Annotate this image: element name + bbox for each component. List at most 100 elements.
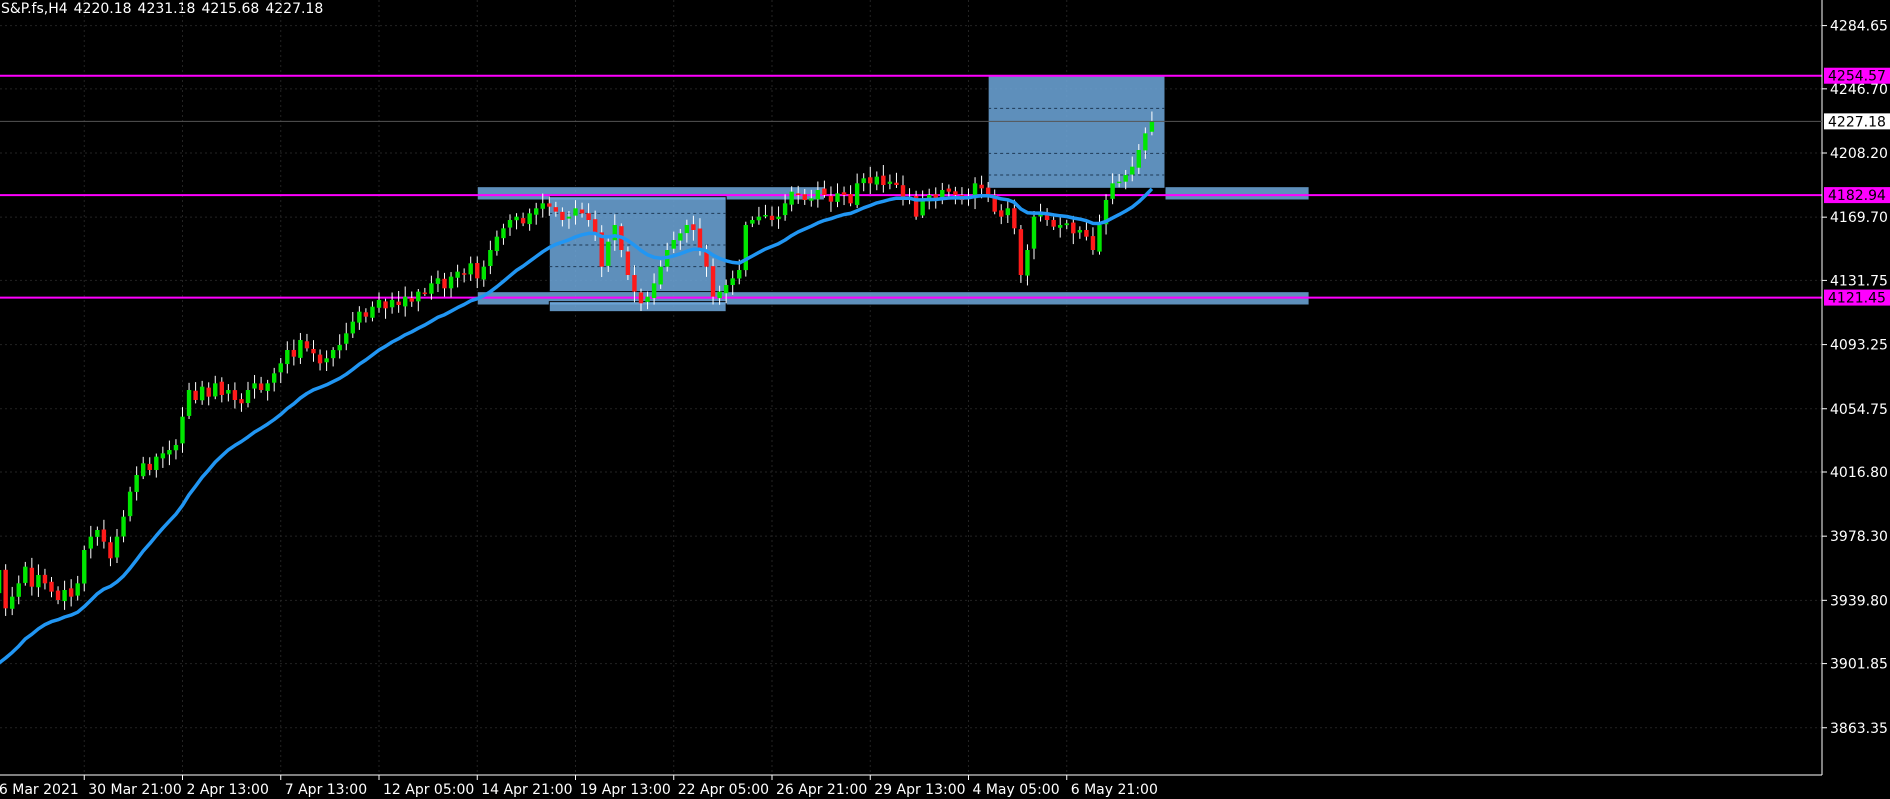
candle-body	[796, 193, 801, 195]
candle-body	[874, 176, 879, 185]
candle-body	[953, 191, 958, 195]
candle-body	[920, 200, 925, 216]
candle-body	[357, 311, 362, 323]
y-tick-label: 4016.80	[1830, 465, 1888, 481]
candle-body	[265, 383, 270, 391]
candle-body	[475, 263, 480, 279]
candle-body	[710, 266, 716, 297]
candle-body	[114, 536, 120, 558]
candle-body	[854, 183, 860, 205]
candle-body	[861, 178, 866, 184]
candle-body	[894, 182, 899, 185]
candle-body	[750, 220, 755, 224]
candle-body	[763, 215, 768, 217]
candle-body	[62, 590, 67, 602]
horizontal-levels[interactable]	[0, 74, 1822, 299]
y-tick-label: 4284.65	[1830, 19, 1888, 35]
candle-body	[1084, 229, 1089, 237]
price-chart[interactable]: 4284.654246.704208.204169.704131.754093.…	[0, 0, 1890, 799]
candle-body	[0, 570, 2, 594]
candle-body	[311, 348, 316, 354]
candle-body	[678, 233, 683, 241]
level-price-label: 4254.57	[1828, 69, 1886, 85]
x-tick-label: 26 Apr 21:00	[776, 782, 867, 798]
candle-body	[219, 381, 224, 395]
candle-body	[684, 225, 690, 234]
candle-body	[494, 236, 500, 252]
x-tick-label: 12 Apr 05:00	[383, 782, 474, 798]
candle-body	[579, 209, 585, 214]
zone-box	[548, 301, 727, 313]
candle-body	[291, 349, 297, 357]
candle-body	[186, 390, 192, 416]
candle-body	[1090, 236, 1096, 250]
candle-body	[55, 590, 61, 600]
candle-body	[429, 283, 434, 294]
candle-body	[547, 203, 552, 207]
candle-body	[573, 208, 578, 216]
x-tick-label: 29 Apr 13:00	[874, 782, 965, 798]
candle-body	[737, 270, 742, 279]
candle-body	[258, 383, 264, 390]
candle-body	[802, 194, 807, 200]
candle-body	[488, 250, 493, 267]
candle-body	[344, 333, 349, 344]
candle-body	[167, 450, 172, 455]
candle-body	[625, 251, 631, 275]
candle-body	[835, 193, 840, 202]
candle-body	[304, 341, 310, 349]
candle-body	[108, 542, 113, 559]
candle-body	[1005, 208, 1010, 216]
candle-body	[560, 211, 565, 220]
candle-body	[1077, 230, 1083, 233]
candle-body	[776, 216, 781, 220]
candle-body	[403, 296, 408, 307]
grid	[0, 0, 1822, 775]
x-tick-label: 22 Apr 05:00	[678, 782, 769, 798]
candle-body	[1071, 222, 1076, 234]
candle-body	[3, 569, 8, 609]
candle-body	[1149, 121, 1155, 132]
y-tick-label: 4131.75	[1830, 273, 1888, 289]
candle-body	[514, 216, 519, 221]
candle-body	[416, 291, 421, 302]
candle-body	[42, 574, 48, 584]
candle-body	[272, 373, 277, 383]
y-tick-label: 4054.75	[1830, 402, 1888, 418]
candle-body	[1025, 250, 1030, 276]
candle-body	[448, 276, 454, 289]
candle-body	[534, 208, 539, 215]
candle-body	[239, 399, 244, 404]
x-tick-label: 6 May 21:00	[1071, 782, 1158, 798]
candle-body	[147, 463, 152, 470]
candle-body	[632, 275, 637, 292]
y-tick-label: 3939.80	[1830, 593, 1888, 609]
y-tick-label: 3863.35	[1830, 721, 1888, 737]
last-price-label: 4227.18	[1828, 114, 1886, 130]
candle-body	[946, 188, 952, 192]
candle-body	[363, 312, 369, 317]
candle-body	[730, 278, 735, 286]
candle-body	[154, 456, 159, 471]
candle-body	[127, 491, 133, 517]
candle-body	[809, 198, 814, 201]
candle-body	[501, 228, 506, 239]
candle-body	[442, 278, 447, 289]
candle-body	[606, 241, 611, 266]
y-tick-label: 4208.20	[1830, 146, 1888, 162]
candle-body	[141, 463, 146, 477]
x-tick-label: 14 Apr 21:00	[481, 782, 572, 798]
x-tick-label: 30 Mar 21:00	[88, 782, 181, 798]
candle-body	[23, 566, 28, 583]
candle-body	[389, 300, 395, 308]
candle-body	[1123, 175, 1128, 182]
candle-body	[1097, 225, 1102, 252]
candle-body	[586, 213, 591, 220]
candle-body	[1012, 208, 1017, 229]
candle-body	[29, 567, 35, 587]
candle-body	[1018, 229, 1024, 275]
candle-body	[245, 390, 251, 404]
candle-body	[376, 300, 382, 308]
candle-body	[651, 283, 657, 299]
candle-body	[213, 383, 218, 397]
